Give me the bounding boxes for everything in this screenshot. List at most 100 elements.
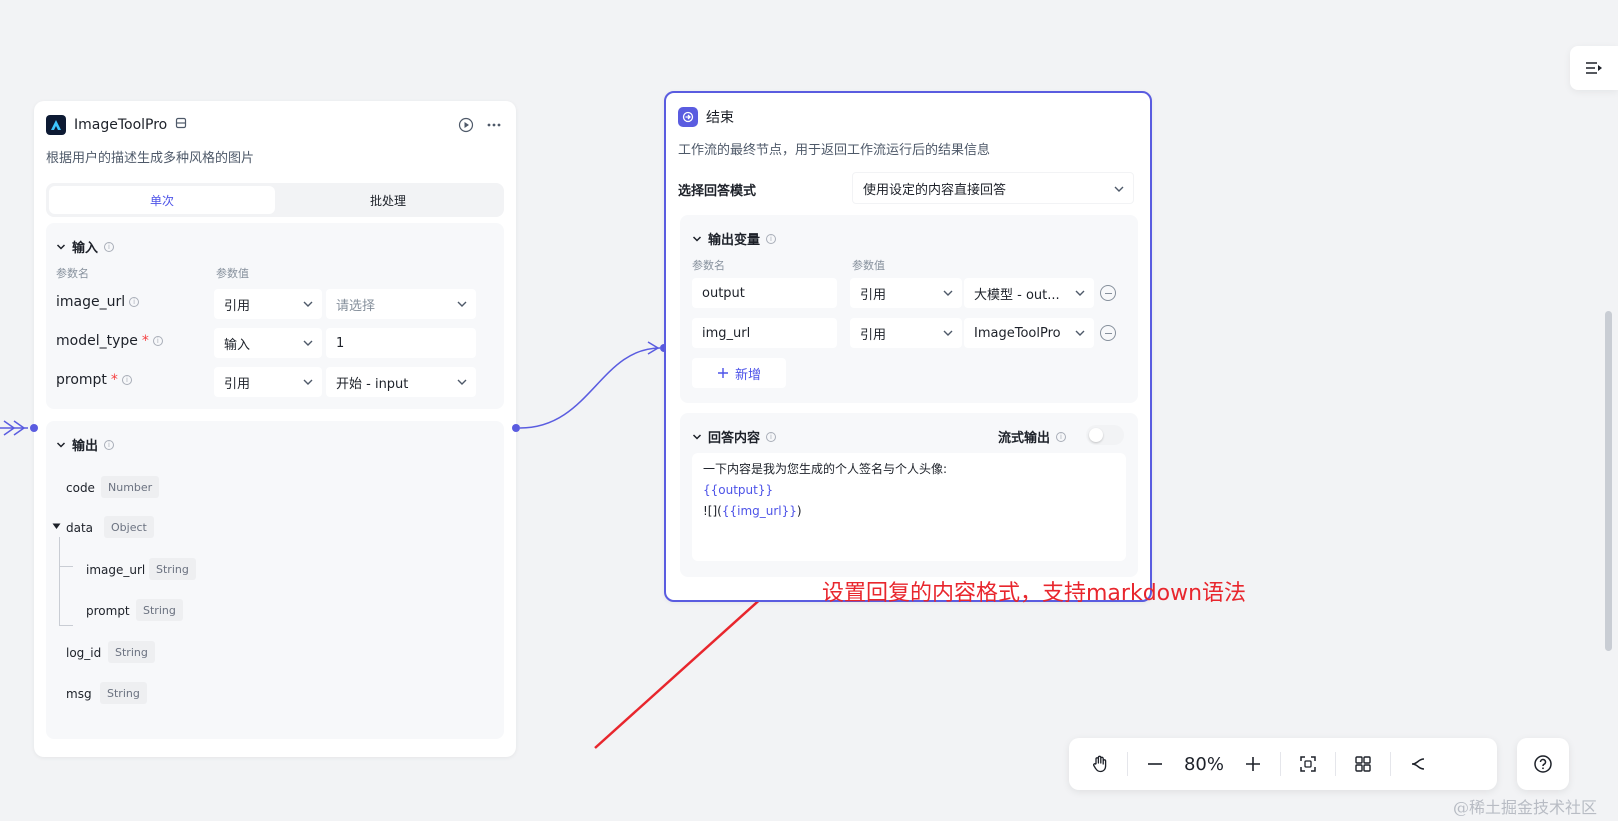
connector-style-button[interactable] — [1397, 744, 1439, 784]
info-icon: i — [104, 439, 115, 450]
plus-icon — [717, 368, 728, 378]
output-field-type: Number — [101, 476, 160, 498]
var-name-input-output[interactable]: output — [692, 278, 837, 308]
answer-mode-select[interactable]: 使用设定的内容直接回答 — [852, 172, 1134, 204]
param-label: prompt — [56, 372, 107, 388]
tool-node-title: ImageToolPro — [74, 117, 168, 133]
param-value-select-image-url[interactable]: 请选择 — [326, 289, 476, 319]
zoom-in-button[interactable] — [1232, 744, 1274, 784]
fit-view-button[interactable] — [1287, 744, 1329, 784]
var-name-input-img-url[interactable]: img_url — [692, 318, 837, 348]
collapse-chevron-icon[interactable] — [692, 432, 702, 442]
col-param-value: 参数值 — [852, 259, 885, 272]
stream-output-toggle[interactable] — [1086, 425, 1124, 445]
answer-var-img-url: {{img_url}} — [721, 504, 797, 518]
info-icon: i — [766, 431, 777, 442]
side-panel-toggle-button[interactable] — [1570, 46, 1618, 90]
plus-icon — [1246, 757, 1260, 771]
select-value: 引用 — [860, 327, 887, 343]
end-node-description: 工作流的最终节点，用于返回工作流运行后的结果信息 — [678, 143, 991, 158]
zoom-out-button[interactable] — [1134, 744, 1176, 784]
expand-triangle-icon[interactable] — [52, 522, 61, 531]
answer-content-title[interactable]: 回答内容 i — [692, 427, 777, 446]
col-param-value: 参数值 — [216, 267, 249, 280]
output-field-name: data — [66, 521, 94, 535]
list-panel-icon — [1586, 62, 1602, 74]
help-button[interactable] — [1517, 738, 1569, 790]
tool-node-description: 根据用户的描述生成多种风格的图片 — [46, 151, 255, 166]
output-section: 输出 i code Number data Object image_url S… — [46, 421, 504, 739]
minus-icon — [1148, 763, 1162, 765]
select-value: 大模型 - out... — [974, 287, 1060, 303]
run-play-icon[interactable] — [456, 115, 476, 135]
output-field-name: prompt — [86, 604, 130, 618]
connector-line-icon — [1411, 758, 1425, 770]
param-label: model_type — [56, 333, 138, 349]
tool-output-port[interactable] — [512, 424, 520, 432]
add-var-button[interactable]: 新增 — [692, 358, 786, 388]
remove-var-icon[interactable] — [1100, 325, 1116, 341]
param-name-image-url: image_url i — [56, 294, 140, 310]
tab-batch[interactable]: 批处理 — [275, 186, 501, 214]
required-mark: * — [110, 372, 118, 388]
tree-connector — [59, 537, 60, 625]
var-mode-select-output[interactable]: 引用 — [850, 278, 962, 308]
collapse-chevron-icon[interactable] — [56, 242, 66, 252]
output-vars-section: 输出变量 i 参数名 参数值 output 引用 大模型 - out... im… — [680, 215, 1138, 403]
output-field-name: log_id — [66, 646, 102, 660]
tree-connector — [59, 566, 73, 567]
toolbar-divider — [1390, 752, 1391, 776]
param-value-input-model-type[interactable]: 1 — [326, 328, 476, 358]
col-param-name: 参数名 — [56, 267, 89, 280]
zoom-level[interactable]: 80% — [1176, 754, 1232, 775]
info-icon: i — [766, 233, 777, 244]
image-tool-node[interactable]: ImageToolPro 根据用户的描述生成多种风格的图片 单次 批处理 输入 … — [34, 101, 516, 757]
answer-content-editor[interactable]: 一下内容是我为您生成的个人签名与个人头像: {{output}} ![]({{i… — [692, 453, 1126, 561]
exit-icon — [678, 107, 698, 127]
collapse-chevron-icon[interactable] — [56, 440, 66, 450]
chevron-down-icon — [1075, 330, 1085, 336]
select-value: 引用 — [224, 298, 251, 314]
canvas-scrollbar[interactable] — [1605, 311, 1612, 651]
var-value-select-output[interactable]: 大模型 - out... — [964, 278, 1094, 308]
param-name-prompt: prompt * i — [56, 372, 132, 388]
param-label: image_url — [56, 294, 126, 310]
answer-content-section: 回答内容 i 流式输出 i 一下内容是我为您生成的个人签名与个人头像: {{ou… — [680, 413, 1138, 577]
required-mark: * — [141, 333, 149, 349]
select-value: 输入 — [224, 337, 251, 353]
stream-output-label: 流式输出 i — [998, 427, 1067, 446]
grid-layout-icon — [1355, 756, 1371, 772]
output-vars-title[interactable]: 输出变量 i — [692, 229, 777, 248]
output-section-title[interactable]: 输出 i — [56, 435, 115, 454]
param-mode-select-prompt[interactable]: 引用 — [214, 367, 322, 397]
more-options-icon[interactable] — [484, 115, 504, 135]
hand-pan-button[interactable] — [1079, 744, 1121, 784]
output-vars-label: 输出变量 — [708, 233, 761, 248]
param-mode-select-image-url[interactable]: 引用 — [214, 289, 322, 319]
canvas-toolbar: 80% — [1069, 738, 1497, 790]
tab-single[interactable]: 单次 — [49, 186, 275, 214]
answer-line: ![]({{img_url}}) — [703, 501, 1115, 522]
var-value-select-img-url[interactable]: ImageToolPro — [964, 318, 1094, 348]
end-node[interactable]: 结束 工作流的最终节点，用于返回工作流运行后的结果信息 选择回答模式 使用设定的… — [664, 91, 1152, 602]
output-field-name: msg — [66, 687, 92, 701]
info-icon: i — [129, 297, 140, 307]
tool-input-port[interactable] — [30, 424, 38, 432]
tree-connector — [59, 625, 73, 626]
collapse-chevron-icon[interactable] — [692, 234, 702, 244]
chevron-down-icon — [1075, 290, 1085, 296]
end-node-title: 结束 — [706, 110, 734, 126]
chevron-down-icon — [303, 301, 313, 307]
auto-layout-button[interactable] — [1342, 744, 1384, 784]
chevron-down-icon — [303, 340, 313, 346]
answer-content-label: 回答内容 — [708, 431, 761, 446]
param-value-select-prompt[interactable]: 开始 - input — [326, 367, 476, 397]
select-value: 使用设定的内容直接回答 — [863, 182, 1007, 198]
remove-var-icon[interactable] — [1100, 285, 1116, 301]
stream-output-text: 流式输出 — [998, 431, 1051, 446]
info-icon: i — [1056, 431, 1067, 442]
param-mode-select-model-type[interactable]: 输入 — [214, 328, 322, 358]
var-mode-select-img-url[interactable]: 引用 — [850, 318, 962, 348]
input-section-title[interactable]: 输入 i — [56, 237, 115, 256]
col-param-name: 参数名 — [692, 259, 725, 272]
